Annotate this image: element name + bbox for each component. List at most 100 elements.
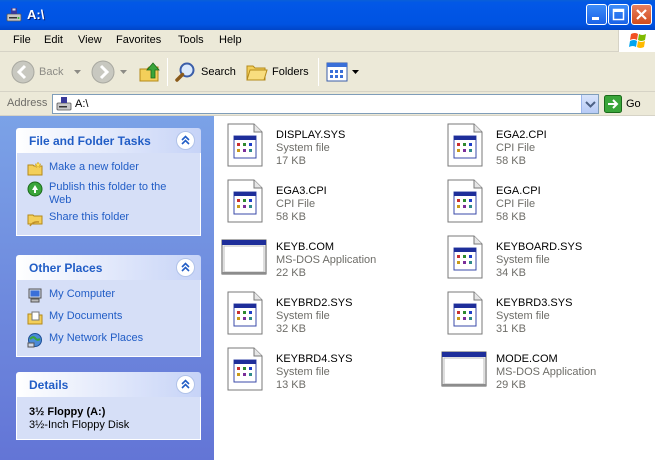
file-size: 29 KB — [496, 379, 526, 391]
toolbar: Back Search Folders — [0, 52, 655, 92]
new-folder-icon — [27, 161, 43, 176]
file-item[interactable]: EGA.CPI CPI File 58 KB — [440, 176, 640, 226]
file-name: KEYBRD4.SYS — [276, 353, 353, 365]
go-button[interactable]: Go — [604, 95, 641, 113]
menu-edit[interactable]: Edit — [44, 34, 63, 46]
file-name: MODE.COM — [496, 353, 558, 365]
file-item[interactable]: KEYBRD4.SYS System file 13 KB — [220, 344, 420, 394]
file-size: 17 KB — [276, 155, 306, 167]
minimize-button[interactable] — [586, 4, 607, 25]
file-item[interactable]: EGA2.CPI CPI File 58 KB — [440, 120, 640, 170]
views-dropdown-icon — [352, 69, 359, 74]
collapse-button[interactable] — [176, 258, 195, 277]
system-file-icon — [227, 123, 263, 167]
forward-arrow-icon — [91, 60, 115, 84]
file-type: System file — [276, 310, 330, 322]
menu-favorites[interactable]: Favorites — [116, 34, 161, 46]
my-documents-link[interactable]: My Documents — [27, 310, 190, 326]
address-label: Address — [7, 97, 48, 109]
floppy-drive-icon — [6, 8, 22, 22]
file-item[interactable]: EGA3.CPI CPI File 58 KB — [220, 176, 420, 226]
file-name: KEYBOARD.SYS — [496, 241, 583, 253]
panel-title: File and Folder Tasks — [29, 134, 151, 148]
my-network-places-link[interactable]: My Network Places — [27, 332, 190, 348]
publish-web-icon — [27, 181, 43, 197]
file-type: System file — [496, 254, 550, 266]
place-label: My Computer — [49, 288, 116, 300]
file-size: 58 KB — [496, 155, 526, 167]
system-file-icon — [447, 123, 483, 167]
file-name: EGA3.CPI — [276, 185, 327, 197]
go-label: Go — [626, 98, 641, 110]
folders-label: Folders — [272, 66, 309, 78]
back-arrow-icon — [11, 60, 35, 84]
go-arrow-icon — [604, 95, 622, 113]
file-size: 58 KB — [496, 211, 526, 223]
collapse-button[interactable] — [176, 131, 195, 150]
back-dropdown-icon[interactable] — [74, 70, 81, 75]
file-name: KEYBRD2.SYS — [276, 297, 353, 309]
file-item[interactable]: KEYBRD2.SYS System file 32 KB — [220, 288, 420, 338]
collapse-button[interactable] — [176, 375, 195, 394]
panel-header[interactable]: File and Folder Tasks — [16, 128, 201, 153]
file-folder-tasks-panel: File and Folder Tasks Make a new folder … — [16, 128, 201, 236]
panel-title: Other Places — [29, 261, 103, 275]
file-size: 13 KB — [276, 379, 306, 391]
floppy-drive-icon — [56, 97, 72, 111]
maximize-button[interactable] — [608, 4, 629, 25]
other-places-panel: Other Places My Computer My Documents My… — [16, 255, 201, 357]
dos-application-icon — [441, 351, 487, 387]
file-type: System file — [276, 142, 330, 154]
search-icon — [175, 62, 195, 82]
system-file-icon — [447, 291, 483, 335]
views-button[interactable] — [325, 56, 359, 88]
maximize-icon — [612, 8, 625, 21]
forward-button[interactable] — [90, 56, 116, 88]
make-new-folder-link[interactable]: Make a new folder — [27, 161, 190, 177]
panel-header[interactable]: Other Places — [16, 255, 201, 280]
file-type: CPI File — [276, 198, 316, 210]
address-input[interactable]: A:\ — [52, 94, 599, 114]
file-type: System file — [276, 366, 330, 378]
file-name: EGA.CPI — [496, 185, 541, 197]
chevron-up-icon — [181, 379, 190, 389]
my-computer-link[interactable]: My Computer — [27, 288, 190, 304]
publish-folder-link[interactable]: Publish this folder to the Web — [27, 181, 190, 207]
share-folder-icon — [27, 214, 43, 227]
title-bar[interactable]: A:\ — [0, 0, 655, 30]
file-item[interactable]: KEYB.COM MS-DOS Application 22 KB — [220, 232, 420, 282]
menu-tools[interactable]: Tools — [178, 34, 204, 46]
panel-title: Details — [29, 378, 69, 392]
menu-help[interactable]: Help — [219, 34, 242, 46]
system-file-icon — [447, 179, 483, 223]
back-button[interactable]: Back — [10, 56, 63, 88]
forward-dropdown-icon[interactable] — [120, 70, 127, 75]
file-name: DISPLAY.SYS — [276, 129, 346, 141]
address-bar: Address A:\ Go — [0, 92, 655, 116]
file-item[interactable]: MODE.COM MS-DOS Application 29 KB — [440, 344, 640, 394]
search-button[interactable]: Search — [174, 56, 236, 88]
share-folder-link[interactable]: Share this folder — [27, 211, 190, 227]
file-item[interactable]: KEYBRD3.SYS System file 31 KB — [440, 288, 640, 338]
details-panel: Details 3½ Floppy (A:) 3½-Inch Floppy Di… — [16, 372, 201, 440]
details-name: 3½ Floppy (A:) — [29, 406, 106, 418]
file-size: 34 KB — [496, 267, 526, 279]
file-name: KEYB.COM — [276, 241, 335, 253]
panel-header[interactable]: Details — [16, 372, 201, 397]
address-value: A:\ — [75, 98, 89, 110]
up-folder-button[interactable] — [138, 56, 162, 88]
back-label: Back — [39, 66, 64, 78]
my-documents-icon — [27, 311, 43, 325]
address-dropdown-button[interactable] — [581, 95, 598, 113]
file-size: 22 KB — [276, 267, 306, 279]
menu-file[interactable]: File — [13, 34, 31, 46]
minimize-icon — [592, 17, 599, 20]
windows-flag-icon — [629, 33, 646, 48]
file-item[interactable]: KEYBOARD.SYS System file 34 KB — [440, 232, 640, 282]
file-name: KEYBRD3.SYS — [496, 297, 573, 309]
file-item[interactable]: DISPLAY.SYS System file 17 KB — [220, 120, 420, 170]
menu-view[interactable]: View — [78, 34, 102, 46]
folders-button[interactable]: Folders — [245, 56, 309, 88]
close-button[interactable] — [631, 4, 652, 25]
file-type: System file — [496, 310, 550, 322]
